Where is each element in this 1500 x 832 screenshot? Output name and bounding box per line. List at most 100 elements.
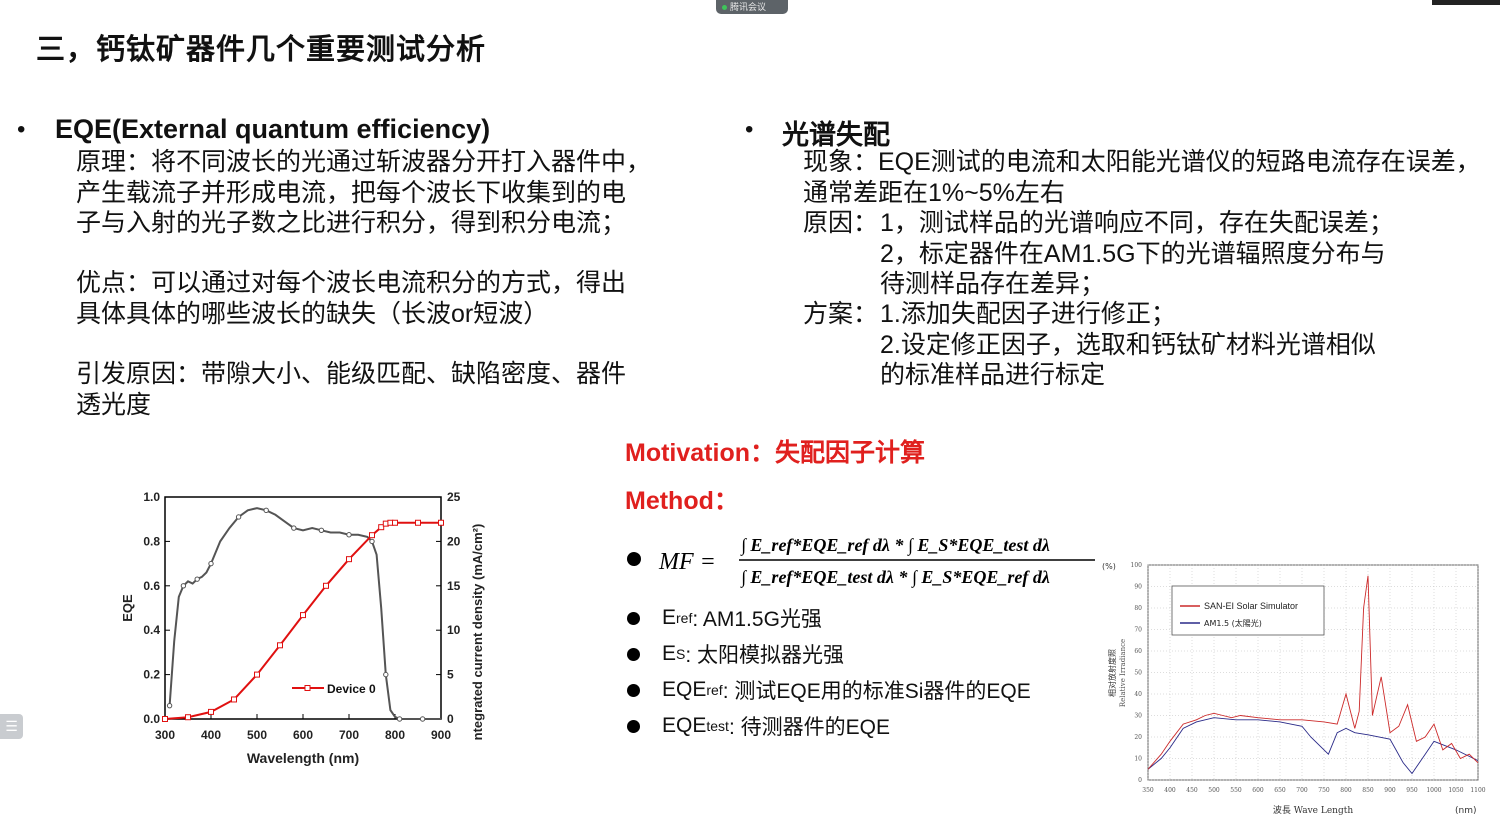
eqe-point (318, 527, 325, 533)
side-panel-toggle-icon[interactable]: ☰ (0, 714, 23, 739)
x-tick-label: 1100 (1470, 787, 1485, 794)
x-tick-label: 500 (247, 728, 267, 742)
x-tick-label: 300 (155, 728, 175, 742)
definition-subscript: test (706, 718, 729, 734)
definition-symbol: E (662, 642, 677, 665)
y-tick-label: 70 (1134, 627, 1142, 634)
cause-line: 透光度 (76, 390, 152, 419)
definition-text: : 测试EQE用的标准Si器件的EQE (722, 680, 1031, 703)
jsc-point (346, 556, 352, 563)
principle-line: 产生载流子并形成电流，把每个波长下收集到的电 (76, 178, 627, 207)
page-title: 三，钙钛矿器件几个重要测试分析 (36, 34, 487, 66)
eqe-point (396, 716, 403, 722)
definition-subscript: S (676, 646, 686, 662)
mf-numerator: ∫ E_ref*EQE_ref dλ * ∫ E_S*EQE_test dλ (740, 535, 1050, 556)
eqe-point (263, 507, 269, 514)
motivation-heading: Motivation：失配因子计算 (625, 439, 925, 467)
formula-bullet-icon (627, 552, 641, 566)
jsc-point (323, 582, 329, 589)
mismatch-phenomenon: 现象：EQE测试的电流和太阳能光谱仪的短路电流存在误差， 通常差距在1%~5%左… (803, 147, 1493, 208)
plan-line: 的标准样品进行标定 (880, 361, 1106, 389)
phenomenon-line: 通常差距在1%~5%左右 (803, 178, 1065, 207)
reason-line: 1，测试样品的光谱响应不同，存在失配误差； (880, 209, 1394, 237)
definition-item: EQE test: 待测器件的EQE (627, 711, 890, 741)
definition-symbol: EQE (662, 678, 707, 701)
eqe-point (180, 583, 187, 589)
y2-tick-label: 20 (447, 534, 461, 548)
y-tick-label: 80 (1134, 605, 1142, 612)
reason-label: 原因： (803, 209, 879, 237)
eqe-advantage: 优点：可以通过对每个波长电流积分的方式，得出 具体具体的哪些波长的缺失（长波or… (76, 268, 676, 329)
x-axis-label: 波長 Wave Length (1273, 804, 1353, 816)
jsc-series-line (164, 521, 441, 720)
bullet-icon: • (17, 116, 26, 143)
legend-label-am15: AM1.5 (太陽光) (1204, 618, 1262, 628)
plan-label: 方案： (803, 300, 879, 328)
jsc-point (208, 708, 214, 715)
y-tick-label: 0.6 (143, 579, 160, 593)
x-tick-label: 800 (1340, 787, 1352, 794)
definition-symbol: E (662, 606, 677, 629)
y-tick-label: 90 (1134, 584, 1142, 591)
y-tick-label: 30 (1134, 713, 1142, 720)
y-axis-label: 相对放射度照 (1107, 649, 1117, 697)
y-tick-label: 40 (1134, 691, 1142, 698)
x-tick-label: 1050 (1448, 787, 1463, 794)
eqe-point (235, 514, 242, 520)
jsc-point (369, 532, 375, 539)
x-tick-label: 400 (201, 728, 221, 742)
x-tick-label: 600 (1252, 787, 1264, 794)
advantage-line: 优点：可以通过对每个波长电流积分的方式，得出 (76, 269, 627, 297)
eqe-point (369, 538, 375, 545)
x-tick-label: 400 (1164, 787, 1176, 794)
eqe-cause: 引发原因：带隙大小、能级匹配、缺陷密度、器件 透光度 (76, 359, 676, 420)
y2-tick-label: 0 (447, 712, 454, 726)
reason-line: 待测样品存在差异； (880, 270, 1106, 298)
plan-line: 1.添加失配因子进行修正； (880, 300, 1176, 328)
y-tick-label: 0.0 (143, 712, 160, 726)
jsc-point (415, 519, 421, 526)
x-tick-label: 450 (1186, 787, 1198, 794)
jsc-point (277, 642, 283, 649)
eqe-point (208, 560, 214, 567)
x-tick-label: 550 (1230, 787, 1242, 794)
legend-label: Device 0 (327, 682, 376, 696)
plan-line: 2.设定修正因子，选取和钙钛矿材料光谱相似 (880, 330, 1376, 359)
bullet-icon: • (745, 116, 754, 143)
eqe-heading: EQE(External quantum efficiency) (55, 114, 491, 144)
x-tick-label: 350 (1142, 787, 1154, 794)
y-tick-label: 0.8 (143, 534, 160, 548)
y2-tick-label: 10 (447, 623, 461, 637)
x-axis-label: Wavelength (nm) (247, 750, 359, 766)
definition-bullet-icon (627, 683, 640, 697)
definition-bullet-icon (627, 647, 640, 661)
jsc-point (300, 612, 306, 619)
advantage-line: 具体具体的哪些波长的缺失（长波or短波） (76, 299, 549, 328)
eqe-point (383, 671, 389, 678)
y-tick-label: 10 (1134, 756, 1142, 763)
eqe-point (166, 702, 173, 709)
y2-axis-label: ntegrated current density (mA/cm²) (470, 524, 485, 741)
principle-line: 原理：将不同波长的光通过斩波器分开打入器件中， (76, 148, 652, 176)
definition-item: ES: 太阳模拟器光强 (627, 639, 844, 669)
y-tick-label: 0.2 (143, 668, 160, 682)
definition-text: : 待测器件的EQE (728, 716, 890, 739)
y-tick-label: 1.0 (143, 490, 160, 504)
jsc-point (392, 519, 398, 526)
definition-item: Eref: AM1.5G光强 (627, 603, 822, 633)
y2-tick-label: 5 (447, 668, 454, 682)
jsc-point (438, 519, 444, 526)
reason-list: 1，测试样品的光谱响应不同，存在失配误差； 2，标定器件在AM1.5G下的光谱辐… (880, 208, 1490, 300)
x-tick-label: 850 (1362, 787, 1374, 794)
meeting-app-pill[interactable]: 腾讯会议 (716, 0, 788, 14)
definition-text: : AM1.5G光强 (692, 608, 822, 631)
eqe-point (419, 716, 426, 722)
meeting-app-label: 腾讯会议 (730, 2, 767, 12)
y-tick-label: 0.4 (143, 623, 160, 637)
eqe-point (291, 525, 297, 531)
cause-line: 引发原因：带隙大小、能级匹配、缺陷密度、器件 (76, 360, 627, 388)
x-tick-label: 1000 (1426, 787, 1441, 794)
x-tick-label: 900 (431, 728, 451, 742)
y-tick-label: 60 (1134, 648, 1142, 655)
legend-marker (304, 685, 311, 691)
